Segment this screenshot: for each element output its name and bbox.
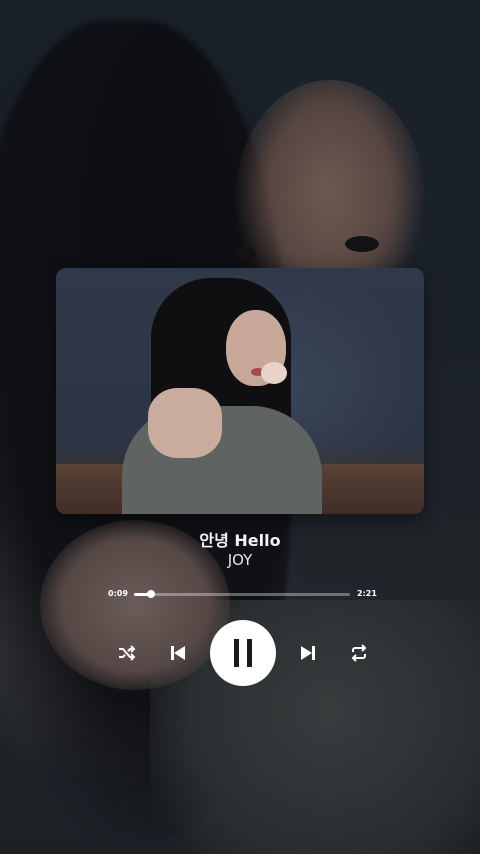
pause-icon <box>233 639 253 667</box>
skip-next-icon <box>301 646 315 660</box>
current-time: 0:09 <box>108 589 128 598</box>
artist-name: JOY <box>227 551 253 569</box>
play-pause-button[interactable] <box>210 620 276 686</box>
previous-button[interactable] <box>166 640 190 666</box>
skip-previous-icon <box>171 646 185 660</box>
shuffle-button[interactable] <box>114 640 140 666</box>
repeat-button[interactable] <box>346 640 372 666</box>
song-title: 안녕 Hello <box>199 531 281 550</box>
repeat-icon <box>350 644 368 662</box>
total-time: 2:21 <box>357 589 377 598</box>
next-button[interactable] <box>296 640 320 666</box>
progress-bar[interactable] <box>134 590 350 598</box>
album-art <box>56 268 424 514</box>
shuffle-icon <box>118 645 136 661</box>
